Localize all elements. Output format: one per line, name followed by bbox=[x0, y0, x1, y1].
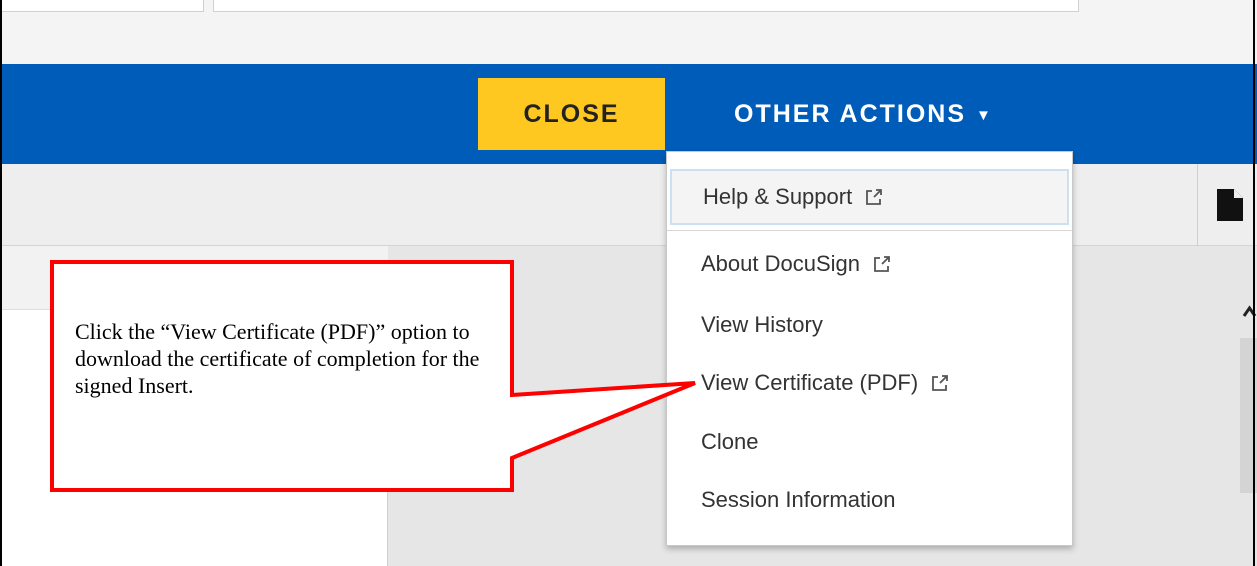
caret-down-icon: ▼ bbox=[976, 106, 993, 124]
document-icon[interactable] bbox=[1215, 187, 1245, 223]
other-actions-dropdown: Help & Support About DocuSign View Histo… bbox=[666, 151, 1073, 546]
other-actions-menu-button[interactable]: OTHER ACTIONS ▼ bbox=[718, 78, 1009, 150]
close-button[interactable]: CLOSE bbox=[478, 78, 665, 150]
browser-top-strip bbox=[0, 0, 1257, 64]
external-link-icon bbox=[932, 375, 949, 391]
left-panel-header bbox=[0, 246, 388, 310]
menu-item-label: View History bbox=[701, 312, 823, 337]
menu-item-label: About DocuSign bbox=[701, 251, 860, 276]
menu-item-view-history[interactable]: View History bbox=[667, 297, 1072, 353]
callout-text: Click the “View Certificate (PDF)” optio… bbox=[75, 319, 480, 398]
top-field-right[interactable] bbox=[213, 0, 1079, 12]
external-link-icon bbox=[866, 189, 883, 205]
external-link-icon bbox=[874, 256, 890, 272]
menu-item-label: Session Information bbox=[701, 487, 896, 512]
menu-divider bbox=[667, 230, 1072, 231]
menu-item-help-support[interactable]: Help & Support bbox=[670, 169, 1069, 225]
menu-item-about-docusign[interactable]: About DocuSign bbox=[667, 236, 1072, 292]
menu-item-session-information[interactable]: Session Information bbox=[667, 472, 1072, 528]
scrollbar-thumb[interactable] bbox=[1240, 338, 1257, 493]
toolbar-divider bbox=[1197, 164, 1198, 246]
menu-item-label: Clone bbox=[701, 429, 759, 454]
menu-item-view-certificate[interactable]: View Certificate (PDF) bbox=[667, 355, 1072, 411]
menu-item-label: Help & Support bbox=[703, 184, 853, 209]
menu-item-clone[interactable]: Clone bbox=[667, 414, 1072, 470]
top-field-left[interactable] bbox=[0, 0, 204, 12]
other-actions-label: OTHER ACTIONS bbox=[734, 99, 967, 128]
menu-item-label: View Certificate (PDF) bbox=[701, 370, 919, 395]
scroll-up-icon[interactable] bbox=[1242, 304, 1257, 320]
